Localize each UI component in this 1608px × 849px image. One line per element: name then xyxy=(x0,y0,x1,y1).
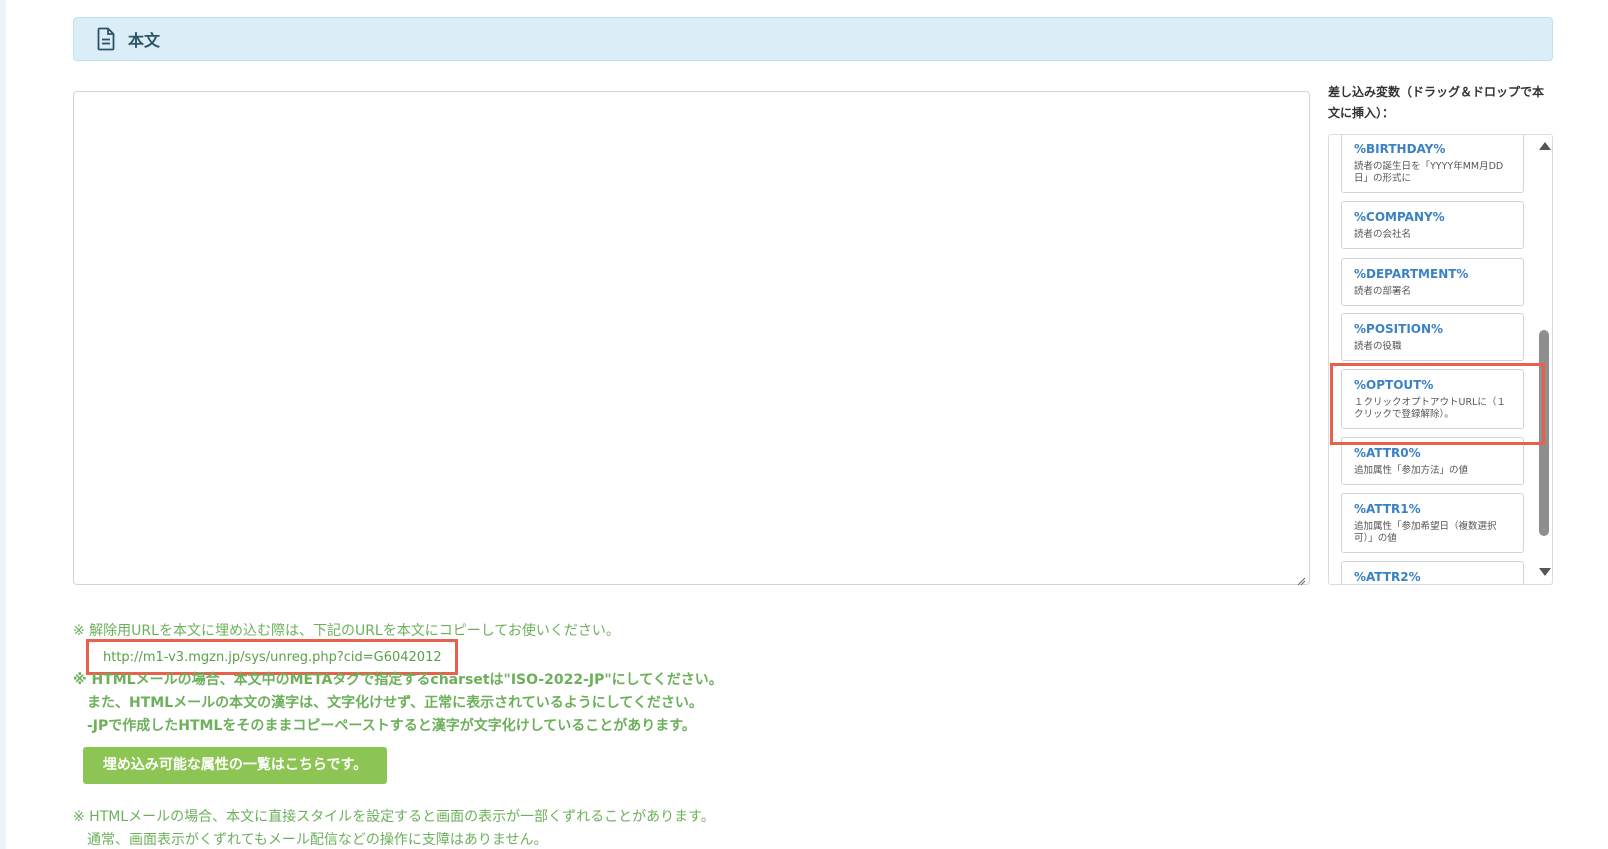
variables-scrollbar[interactable] xyxy=(1534,135,1552,584)
body-editor[interactable] xyxy=(73,91,1310,586)
variable-desc: 読者の部署名 xyxy=(1354,286,1412,297)
variables-list-box[interactable]: %BIRTHDAY% 読者の誕生日を「YYYY年MM月DD日」の形式に %COM… xyxy=(1328,134,1553,585)
variable-name: %ATTR2% xyxy=(1354,570,1421,584)
style-note-2: 通常、画面表示がくずれてもメール配信などの操作に支障はありません。 xyxy=(87,832,548,848)
variable-name: %COMPANY% xyxy=(1354,210,1445,224)
style-note-1: ※ HTMLメールの場合、本文に直接スタイルを設定すると画面の表示が一部くずれる… xyxy=(73,809,715,825)
variable-desc: 読者の会社名 xyxy=(1354,229,1412,240)
section-header: 本文 xyxy=(73,17,1553,61)
variable-item-company[interactable]: %COMPANY% 読者の会社名 xyxy=(1341,201,1524,249)
optout-highlight-box xyxy=(1330,363,1545,445)
variable-name: %ATTR1% xyxy=(1354,502,1421,516)
variables-label: 差し込み変数（ドラッグ＆ドロップで本文に挿入）： xyxy=(1328,85,1545,120)
variable-item-birthday[interactable]: %BIRTHDAY% 読者の誕生日を「YYYY年MM月DD日」の形式に xyxy=(1341,135,1524,193)
charset-note-3: -JPで作成したHTMLをそのままコピーペーストすると漢字が文字化けしていること… xyxy=(87,718,696,734)
variable-name: %DEPARTMENT% xyxy=(1354,267,1469,281)
variable-item-department[interactable]: %DEPARTMENT% 読者の部署名 xyxy=(1341,258,1524,306)
unsubscribe-note: ※ 解除用URLを本文に埋め込む際は、下記のURLを本文にコピーしてお使いくださ… xyxy=(73,623,620,639)
variable-desc: 追加属性「参加方法」の値 xyxy=(1354,465,1469,476)
variable-name: %ATTR0% xyxy=(1354,446,1421,460)
left-edge xyxy=(0,0,6,849)
scroll-up-arrow-icon[interactable] xyxy=(1539,142,1551,150)
document-icon xyxy=(96,26,118,52)
variable-desc: 読者の役職 xyxy=(1354,341,1402,352)
scroll-down-arrow-icon[interactable] xyxy=(1539,568,1551,576)
attributes-list-button[interactable]: 埋め込み可能な属性の一覧はこちらです。 xyxy=(83,747,387,784)
section-title: 本文 xyxy=(128,31,161,50)
variable-desc: 読者の誕生日を「YYYY年MM月DD日」の形式に xyxy=(1354,161,1504,184)
resize-grip-icon[interactable] xyxy=(1296,571,1306,586)
variable-desc: 追加属性「参加希望日（複数選択可）」の値 xyxy=(1354,521,1497,544)
variable-item-attr2[interactable]: %ATTR2% xyxy=(1341,561,1524,584)
variable-item-attr1[interactable]: %ATTR1% 追加属性「参加希望日（複数選択可）」の値 xyxy=(1341,493,1524,553)
variable-name: %POSITION% xyxy=(1354,322,1444,336)
charset-note-1: ※ HTMLメールの場合、本文中のMETAタグで指定するcharsetは"ISO… xyxy=(73,672,723,688)
variable-name: %BIRTHDAY% xyxy=(1354,142,1446,156)
unsubscribe-url[interactable]: http://m1-v3.mgzn.jp/sys/unreg.php?cid=G… xyxy=(103,650,442,665)
charset-note-2: また、HTMLメールの本文の漢字は、文字化けせず、正常に表示されているようにして… xyxy=(87,695,703,711)
variable-item-position[interactable]: %POSITION% 読者の役職 xyxy=(1341,313,1524,361)
